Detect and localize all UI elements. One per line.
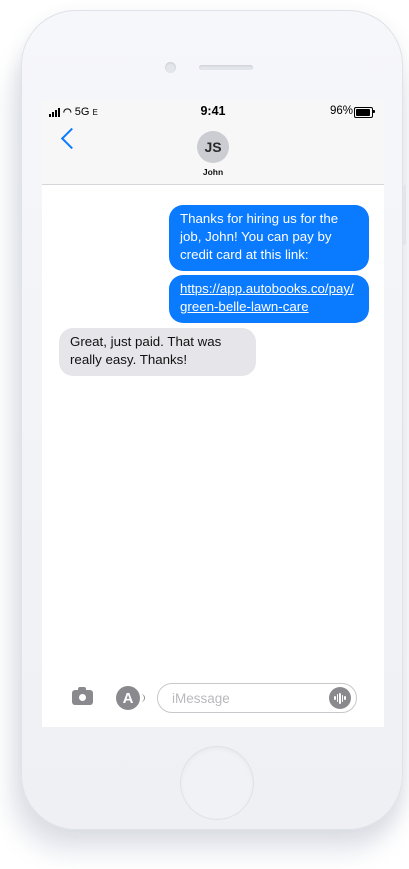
earpiece-speaker [199,65,253,70]
phone-screen: ◠ 5G E 9:41 96% JS John Thanks for hirin… [42,100,384,727]
conversation-header: ◠ 5G E 9:41 96% JS John [42,100,384,185]
volume-down-button [18,242,21,287]
volume-up-button [18,185,21,230]
message-text: Great, just paid. That was really easy. … [70,334,222,367]
chevron-left-icon[interactable] [60,127,83,150]
status-bar: ◠ 5G E 9:41 96% [42,100,384,122]
battery-icon [354,107,375,118]
contact-avatar[interactable]: JS [197,131,229,163]
app-store-icon[interactable]: A [116,686,145,710]
audio-waveform-icon[interactable] [329,687,351,709]
message-bubble-incoming: Great, just paid. That was really easy. … [59,328,256,376]
payment-link[interactable]: https://app.autobooks.co/pay/green-belle… [180,281,354,314]
home-button[interactable] [180,746,254,820]
message-text: Thanks for hiring us for the job, John! … [180,211,339,262]
message-bubble-outgoing: Thanks for hiring us for the job, John! … [169,205,369,271]
message-composer: A [42,680,384,716]
mute-switch [18,118,21,144]
message-bubble-link: https://app.autobooks.co/pay/green-belle… [169,275,369,323]
power-button [403,185,406,245]
contact-name[interactable]: John [42,167,384,177]
imessage-input[interactable] [157,683,357,713]
camera-icon[interactable] [72,687,93,705]
battery-percent: 96% [329,105,353,117]
front-camera [165,62,176,73]
